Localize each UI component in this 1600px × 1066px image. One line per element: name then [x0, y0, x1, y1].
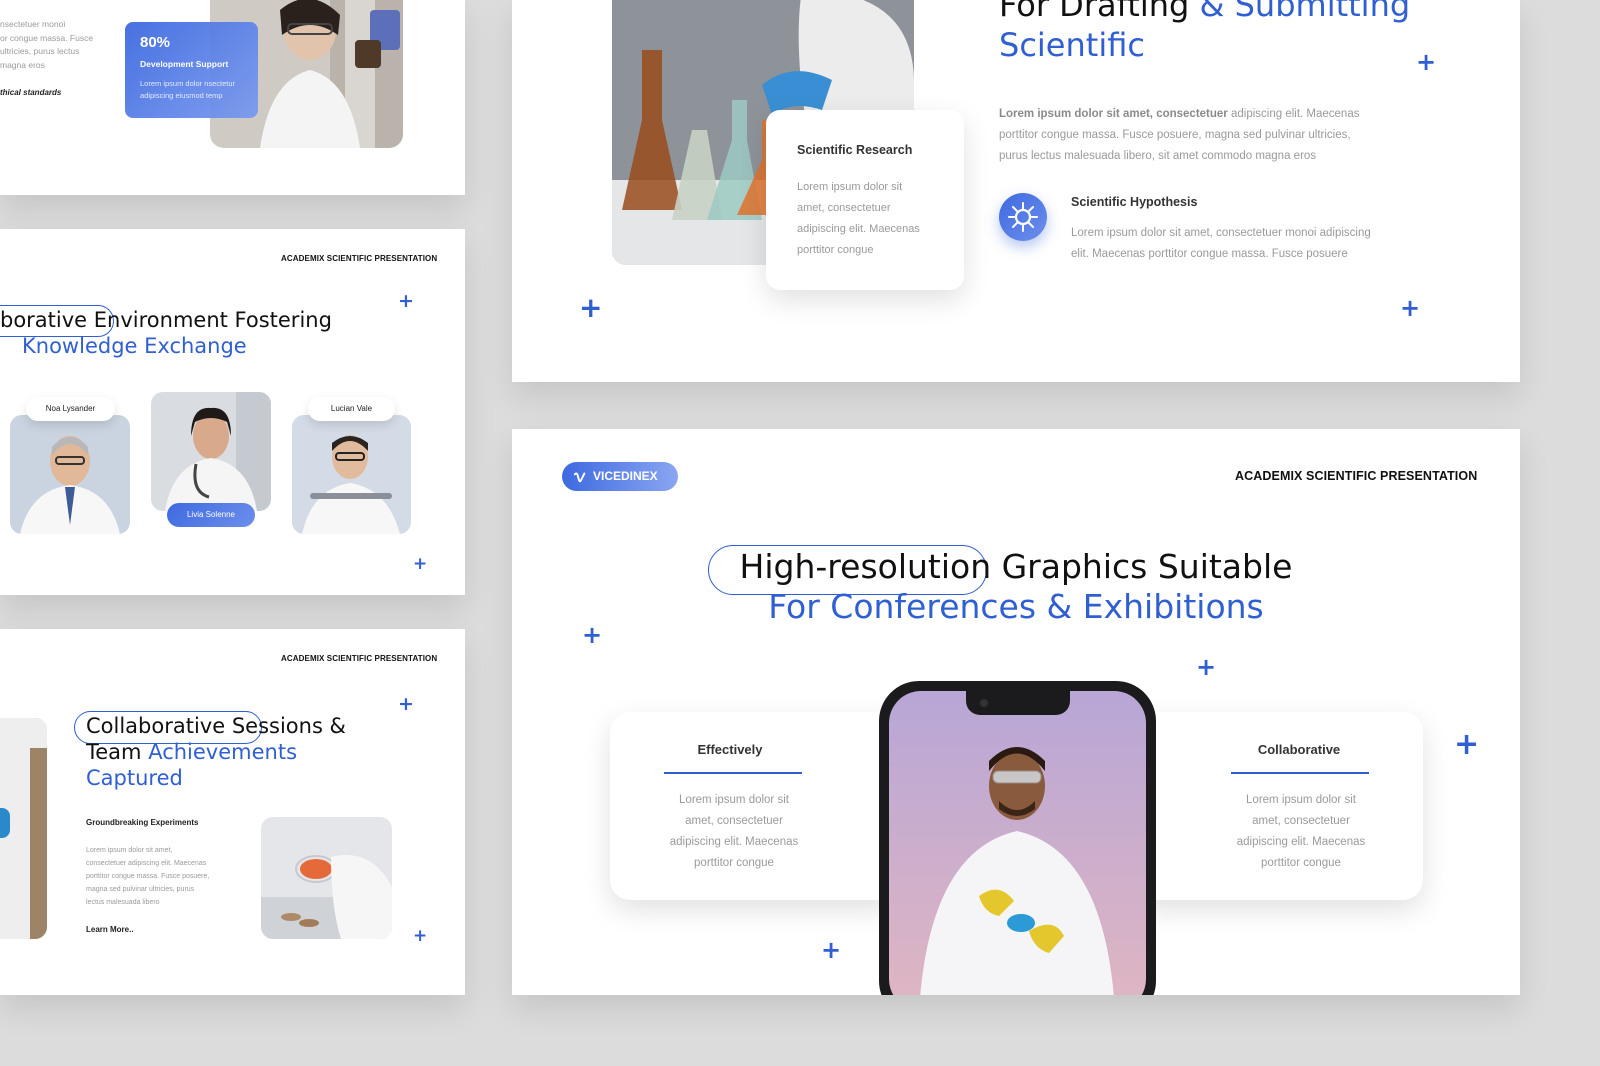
- effectively-card: Effectively Lorem ipsum dolor sit amet, …: [610, 712, 900, 900]
- virus-icon: [999, 193, 1047, 241]
- card-title: Collaborative: [1257, 742, 1341, 757]
- plus-icon: +: [398, 693, 414, 715]
- plus-icon: +: [413, 554, 428, 574]
- plus-icon: +: [398, 290, 414, 312]
- slide-title-highlight: For Conferences & Exhibitions: [768, 587, 1264, 626]
- plus-icon: +: [582, 621, 603, 649]
- person-name: Noa Lysander: [45, 404, 96, 413]
- plus-icon: +: [579, 291, 603, 324]
- intro-text: porttitor congue massa. Fusce posuere, m…: [999, 129, 1351, 141]
- intro-text: purus lectus malesuada libero, sit amet …: [999, 150, 1317, 162]
- person-name-tag: Livia Solenne: [167, 503, 255, 527]
- person-photo: [10, 415, 130, 534]
- left-text-line: or congue massa. Fusce: [0, 32, 94, 43]
- card-divider: [1231, 772, 1369, 774]
- vimeo-logo-icon: [573, 472, 586, 482]
- petri-dish-photo: [261, 817, 392, 939]
- left-text-line: magna eros: [0, 59, 45, 70]
- stat-card: 80% Development Support Lorem ipsum dolo…: [125, 22, 258, 118]
- stat-title: Development Support: [140, 59, 229, 69]
- slide-title: Collaborative Sessions &: [86, 714, 346, 738]
- person-photo: [292, 415, 411, 534]
- ethical-standards-text: thical standards: [0, 88, 62, 97]
- card-line: amet, consectetuer: [797, 202, 891, 214]
- card-line: porttitor congue: [797, 244, 874, 256]
- hypothesis-title: Scientific Hypothesis: [1071, 195, 1198, 209]
- person-name: Livia Solenne: [186, 510, 236, 519]
- plus-icon: +: [821, 936, 842, 964]
- card-line: adipiscing elit. Maecenas: [1236, 836, 1366, 848]
- slide-title: borative Environment Fostering: [0, 308, 332, 332]
- intro-bold: Lorem ipsum dolor sit amet, consectetuer: [999, 108, 1228, 120]
- person-name-tag: Lucian Vale: [308, 397, 395, 421]
- presentation-header: ACADEMIX SCIENTIFIC PRESENTATION: [281, 254, 438, 263]
- hypothesis-text: Lorem ipsum dolor sit amet, consectetuer…: [1071, 227, 1371, 239]
- camera-icon: [979, 699, 988, 707]
- body-line: magna sed pulvinar ultricies, purus: [86, 886, 195, 893]
- body-line: consectetuer adipiscing elit. Maecenas: [86, 860, 207, 867]
- slide-high-resolution-graphics[interactable]: VICEDINEX ACADEMIX SCIENTIFIC PRESENTATI…: [512, 429, 1520, 995]
- card-line: Lorem ipsum dolor sit: [1246, 794, 1356, 806]
- slide-title-highlight: Achievements: [148, 740, 298, 764]
- learn-more-link[interactable]: Learn More..: [86, 925, 134, 934]
- slide-title: For Drafting: [999, 0, 1190, 24]
- person-name-tag: Noa Lysander: [26, 397, 115, 421]
- card-line: Lorem ipsum dolor sit: [679, 794, 789, 806]
- presentation-header: ACADEMIX SCIENTIFIC PRESENTATION: [281, 654, 438, 663]
- phone-screen-photo: [889, 691, 1146, 995]
- card-line: amet, consectetuer: [685, 815, 783, 827]
- left-text-line: nsectetuer monoi: [0, 19, 66, 29]
- scientific-research-card: Scientific Research Lorem ipsum dolor si…: [766, 110, 964, 290]
- card-title: Effectively: [697, 742, 763, 757]
- left-text-line: ultricies, purus lectus: [0, 46, 80, 56]
- card-line: porttitor congue: [694, 857, 774, 869]
- plus-icon: +: [1400, 294, 1421, 322]
- slide-title-highlight: Captured: [86, 766, 183, 790]
- slide-scientific-drafting[interactable]: Scientific Research Lorem ipsum dolor si…: [512, 0, 1520, 382]
- slide-collaborative-sessions[interactable]: ACADEMIX SCIENTIFIC PRESENTATION + + Col…: [0, 629, 465, 995]
- card-line: adipiscing elit. Maecenas: [669, 836, 799, 848]
- slide-title: High-resolution Graphics Suitable: [739, 547, 1293, 586]
- slide-knowledge-exchange[interactable]: ACADEMIX SCIENTIFIC PRESENTATION borativ…: [0, 229, 465, 595]
- plus-icon: +: [1454, 727, 1480, 762]
- slide-title-highlight: Knowledge Exchange: [22, 334, 247, 358]
- stat-value: 80%: [140, 34, 171, 51]
- intro-text: adipiscing elit. Maecenas: [1230, 108, 1360, 120]
- card-line: porttitor congue: [1261, 857, 1341, 869]
- collaborative-card: Collaborative Lorem ipsum dolor sit amet…: [1131, 712, 1423, 900]
- person-name: Lucian Vale: [330, 404, 373, 413]
- card-line: adipiscing elit. Maecenas: [797, 223, 920, 235]
- phone-mockup: [879, 681, 1156, 995]
- hypothesis-text: elit. Maecenas porttitor congue massa. F…: [1071, 248, 1348, 260]
- presentation-header: ACADEMIX SCIENTIFIC PRESENTATION: [1235, 469, 1478, 483]
- plus-icon: +: [1196, 653, 1217, 681]
- body-line: Lorem ipsum dolor sit amet,: [86, 847, 173, 854]
- card-line: Lorem ipsum dolor sit: [797, 181, 903, 193]
- slide-title-team: Team: [86, 740, 142, 764]
- body-line: porttitor congue massa. Fusce posuere,: [86, 873, 210, 880]
- slide-development-support[interactable]: nsectetuer monoi or congue massa. Fusce …: [0, 0, 465, 195]
- hazmat-scientist-photo: [0, 718, 47, 939]
- card-divider: [664, 772, 802, 774]
- plus-icon: +: [413, 926, 428, 946]
- body-line: lectus malesuada libero: [86, 899, 160, 906]
- slide-title-highlight: Scientific: [999, 26, 1145, 64]
- card-title: Scientific Research: [797, 143, 913, 157]
- plus-icon: +: [1416, 48, 1437, 76]
- section-subtitle: Groundbreaking Experiments: [86, 818, 199, 827]
- brand-logo: VICEDINEX: [562, 462, 678, 491]
- slide-title-highlight: & Submitting: [1199, 0, 1411, 24]
- stat-desc: Lorem ipsum dolor nsectetur: [140, 79, 236, 88]
- stat-desc: adipiscing eiusmod temp: [140, 91, 223, 100]
- phone-notch: [965, 691, 1070, 715]
- person-photo: [151, 392, 271, 511]
- card-line: amet, consectetuer: [1252, 815, 1350, 827]
- brand-name: VICEDINEX: [593, 469, 658, 483]
